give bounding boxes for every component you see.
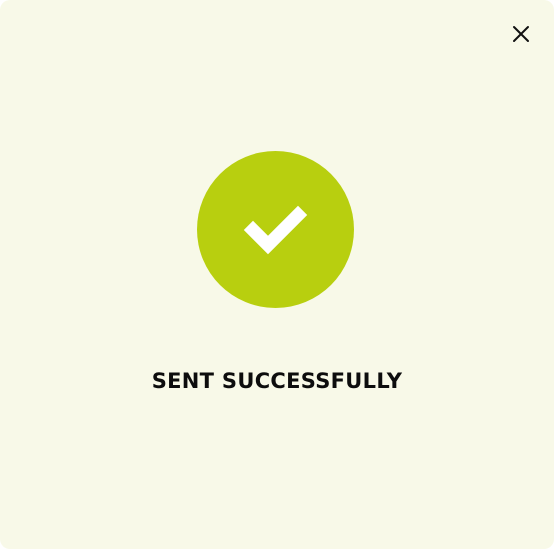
close-icon (513, 26, 529, 42)
checkmark-icon (197, 151, 354, 308)
success-badge (197, 151, 354, 308)
close-button[interactable] (508, 21, 534, 47)
success-dialog: SENT SUCCESSFULLY (0, 0, 554, 549)
success-message: SENT SUCCESSFULLY (151, 369, 403, 393)
